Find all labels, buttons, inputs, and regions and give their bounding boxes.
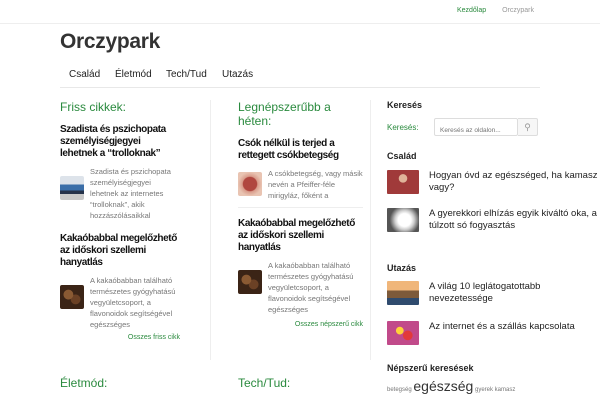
top-links: Kezdőlap Orczypark: [443, 7, 534, 14]
post-thumbnail[interactable]: [387, 170, 419, 194]
post-thumbnail[interactable]: [238, 172, 262, 196]
post-title[interactable]: Csók nélkül is terjed a rettegett csókbe…: [238, 138, 363, 162]
sidebar-post-title[interactable]: Az internet és a szállás kapcsolata: [429, 321, 575, 345]
column-divider: [210, 100, 211, 360]
search-widget: Keresés: ⚲: [387, 118, 543, 139]
all-fresh-link[interactable]: Osszes friss cikk: [60, 334, 180, 341]
all-popular-link[interactable]: Osszes népszerű cikk: [238, 321, 363, 328]
tech-heading: Tech/Tud:: [238, 376, 291, 390]
post-thumbnail[interactable]: [60, 285, 84, 309]
column-divider: [370, 100, 371, 360]
post-excerpt: A kakaóbabban található természetes gyóg…: [90, 276, 176, 329]
post-row: A csókbetegség, vagy másik nevén a Pfeif…: [238, 168, 363, 201]
search-input[interactable]: [435, 122, 515, 139]
top-link-home[interactable]: Kezdőlap: [457, 7, 486, 14]
top-bar: Kezdőlap Orczypark: [0, 0, 600, 24]
popular-heading: Legnépszerűbb a héten:: [238, 100, 331, 128]
sidebar-post-title[interactable]: A világ 10 leglátogatottabb nevezetesség…: [429, 281, 600, 305]
post-row: A kakaóbabban található természetes gyóg…: [238, 260, 363, 315]
tag-link[interactable]: egészség: [413, 378, 473, 394]
post-thumbnail[interactable]: [387, 208, 419, 232]
nav-item-csalad[interactable]: Család: [69, 69, 100, 80]
sidebar-post[interactable]: Hogyan óvd az egészséged, ha kamasz vagy…: [387, 170, 600, 194]
post-excerpt: Szadista és pszichopata személyiségjegye…: [90, 167, 171, 220]
top-link-orczypark[interactable]: Orczypark: [502, 7, 534, 14]
sidebar-post-title[interactable]: A gyerekkori elhízás egyik kiváltó oka, …: [429, 208, 600, 232]
post-thumbnail[interactable]: [387, 321, 419, 345]
post-thumbnail[interactable]: [60, 176, 84, 200]
post-title[interactable]: Szadista és pszichopata személyiségjegye…: [60, 124, 180, 160]
tag-cloud: betegség egészség gyerek kamasz: [387, 378, 547, 394]
site-title[interactable]: Orczypark: [60, 30, 160, 54]
nav-item-eletmod[interactable]: Életmód: [115, 69, 152, 80]
sidebar-post-title[interactable]: Hogyan óvd az egészséged, ha kamasz vagy…: [429, 170, 600, 194]
post-thumbnail[interactable]: [238, 270, 262, 294]
post-row: Szadista és pszichopata személyiségjegye…: [60, 166, 180, 221]
tag-link[interactable]: kamasz: [495, 387, 516, 393]
lifestyle-heading: Életmód:: [60, 376, 108, 390]
post-separator: [238, 207, 363, 208]
sidebar-post[interactable]: A világ 10 leglátogatottabb nevezetesség…: [387, 281, 600, 305]
tag-link[interactable]: gyerek: [475, 387, 493, 393]
post-title[interactable]: Kakaóbabbal megelőzhető az időskori szel…: [238, 218, 363, 254]
tag-link[interactable]: betegség: [387, 387, 412, 393]
popular-searches-heading: Népszerű keresések: [387, 363, 474, 373]
popular-articles: Legnépszerűbb a héten: Csók nélkül is te…: [238, 100, 363, 328]
sidebar-post[interactable]: A gyerekkori elhízás egyik kiváltó oka, …: [387, 208, 600, 232]
nav-item-utazas[interactable]: Utazás: [222, 69, 253, 80]
travel-heading: Utazás: [387, 263, 417, 273]
fresh-articles: Friss cikkek: Szadista és pszichopata sz…: [60, 100, 180, 341]
search-button[interactable]: ⚲: [518, 118, 538, 136]
post-excerpt: A csókbetegség, vagy másik nevén a Pfeif…: [268, 169, 363, 200]
post-title[interactable]: Kakaóbabbal megelőzhető az időskori szel…: [60, 233, 180, 269]
post-excerpt: A kakaóbabban található természetes gyóg…: [268, 261, 354, 314]
search-box: [434, 118, 518, 139]
family-heading: Család: [387, 151, 417, 161]
nav-item-techtud[interactable]: Tech/Tud: [166, 69, 207, 80]
main-nav: Család Életmód Tech/Tud Utazás: [60, 63, 540, 88]
search-icon: ⚲: [524, 121, 531, 132]
fresh-heading: Friss cikkek:: [60, 100, 126, 114]
post-row: A kakaóbabban található természetes gyóg…: [60, 275, 180, 330]
post-thumbnail[interactable]: [387, 281, 419, 305]
search-heading: Keresés: [387, 100, 423, 110]
search-label: Keresés:: [387, 123, 419, 132]
sidebar-post[interactable]: Az internet és a szállás kapcsolata: [387, 321, 575, 345]
